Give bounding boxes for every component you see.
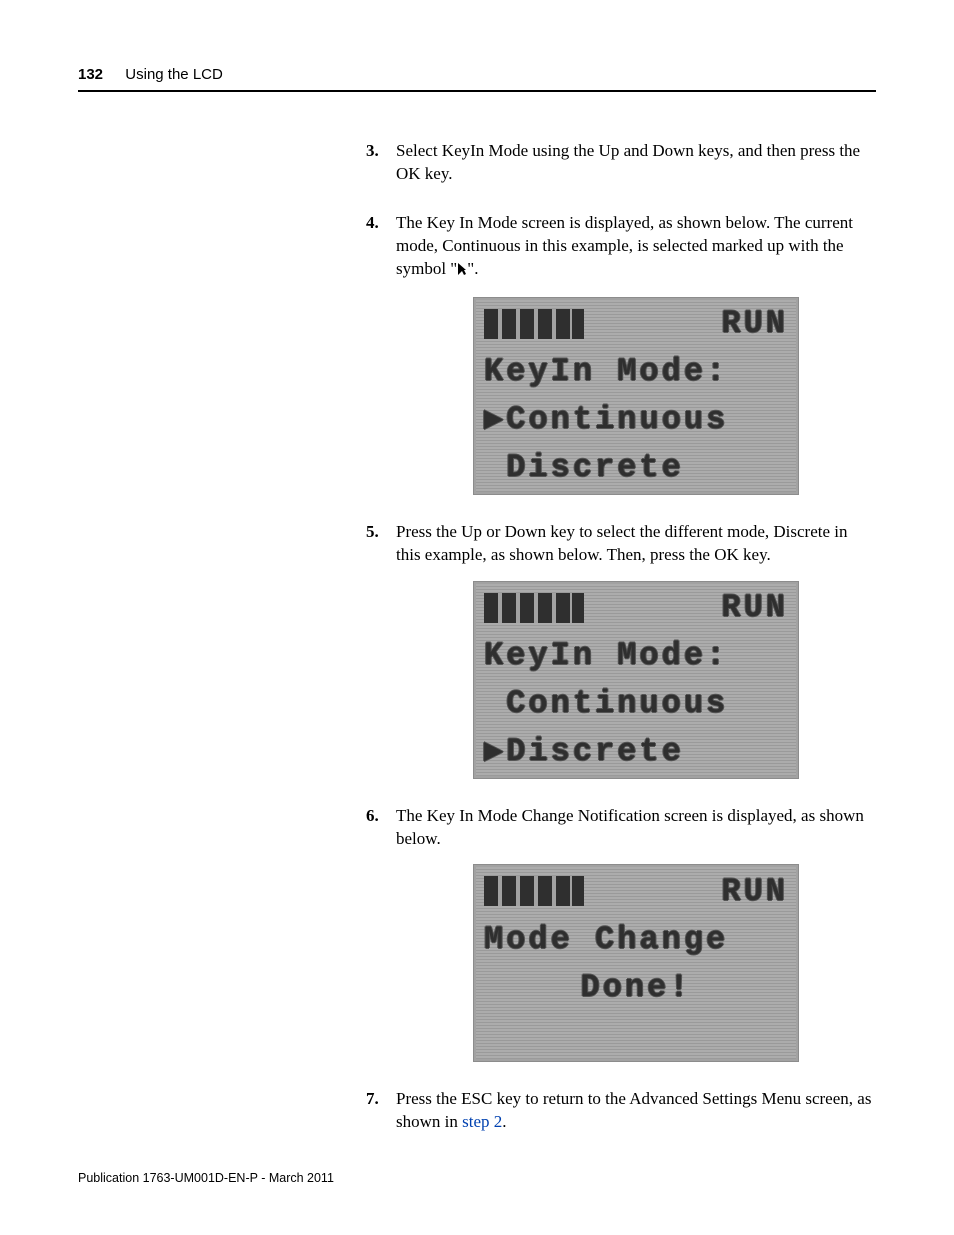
lcd-screen: RUN Mode Change Done! [473, 864, 799, 1062]
instruction-list: 3. Select KeyIn Mode using the Up and Do… [366, 140, 876, 1134]
publication-info: Publication 1763-UM001D-EN-P - March 201… [78, 1171, 334, 1185]
lcd-status-bar-icon [484, 309, 584, 339]
step-number: 6. [366, 805, 379, 828]
lcd-status-bar-icon [484, 593, 584, 623]
lcd-row: Discrete [476, 444, 796, 492]
lcd-status-bar-icon [484, 876, 584, 906]
lcd-text: Continuous [484, 682, 728, 725]
page-footer: Publication 1763-UM001D-EN-P - March 201… [78, 1171, 334, 1185]
lcd-row: RUN [476, 867, 796, 915]
step-number: 5. [366, 521, 379, 544]
lcd-row: KeyIn Mode: [476, 632, 796, 680]
step-text: Select KeyIn Mode using the Up and Down … [396, 141, 860, 183]
lcd-row: ▶Discrete [476, 728, 796, 776]
lcd-text: Mode Change [484, 918, 728, 961]
lcd-text: ▶Continuous [484, 398, 728, 441]
step-6: 6. The Key In Mode Change Notification s… [366, 805, 876, 1063]
step-number: 4. [366, 212, 379, 235]
lcd-screen: RUN KeyIn Mode: Continuous ▶Discrete [473, 581, 799, 779]
lcd-row: RUN [476, 584, 796, 632]
lcd-screen: RUN KeyIn Mode: ▶Continuous Discrete [473, 297, 799, 495]
step-2-link[interactable]: step 2 [462, 1112, 502, 1131]
lcd-text: ▶Discrete [484, 730, 684, 773]
step-text-part: ". [467, 259, 478, 278]
lcd-row: Continuous [476, 680, 796, 728]
step-text: Press the Up or Down key to select the d… [396, 522, 847, 564]
main-content: 3. Select KeyIn Mode using the Up and Do… [366, 140, 876, 1160]
step-7: 7. Press the ESC key to return to the Ad… [366, 1088, 876, 1134]
lcd-row: Done! [476, 963, 796, 1011]
lcd-text: KeyIn Mode: [484, 350, 728, 393]
section-title: Using the LCD [125, 66, 223, 83]
step-text: The Key In Mode Change Notification scre… [396, 806, 864, 848]
lcd-row [476, 1011, 796, 1059]
pointer-symbol-icon [457, 260, 467, 283]
step-4: 4. The Key In Mode screen is displayed, … [366, 212, 876, 495]
lcd-status-text: RUN [721, 870, 788, 913]
lcd-text: Done! [580, 966, 691, 1009]
step-number: 3. [366, 140, 379, 163]
step-text: Press the ESC key to return to the Advan… [396, 1089, 871, 1131]
step-3: 3. Select KeyIn Mode using the Up and Do… [366, 140, 876, 186]
step-number: 7. [366, 1088, 379, 1111]
lcd-row: RUN [476, 300, 796, 348]
step-text-part: . [502, 1112, 506, 1131]
step-text: The Key In Mode screen is displayed, as … [396, 213, 853, 278]
lcd-text: KeyIn Mode: [484, 634, 728, 677]
lcd-row: KeyIn Mode: [476, 348, 796, 396]
page-number: 132 [78, 66, 103, 83]
lcd-text: Discrete [484, 446, 684, 489]
step-5: 5. Press the Up or Down key to select th… [366, 521, 876, 779]
lcd-status-text: RUN [721, 302, 788, 345]
lcd-row: ▶Continuous [476, 396, 796, 444]
page-header: 132 Using the LCD [78, 64, 876, 92]
lcd-status-text: RUN [721, 586, 788, 629]
lcd-row: Mode Change [476, 915, 796, 963]
